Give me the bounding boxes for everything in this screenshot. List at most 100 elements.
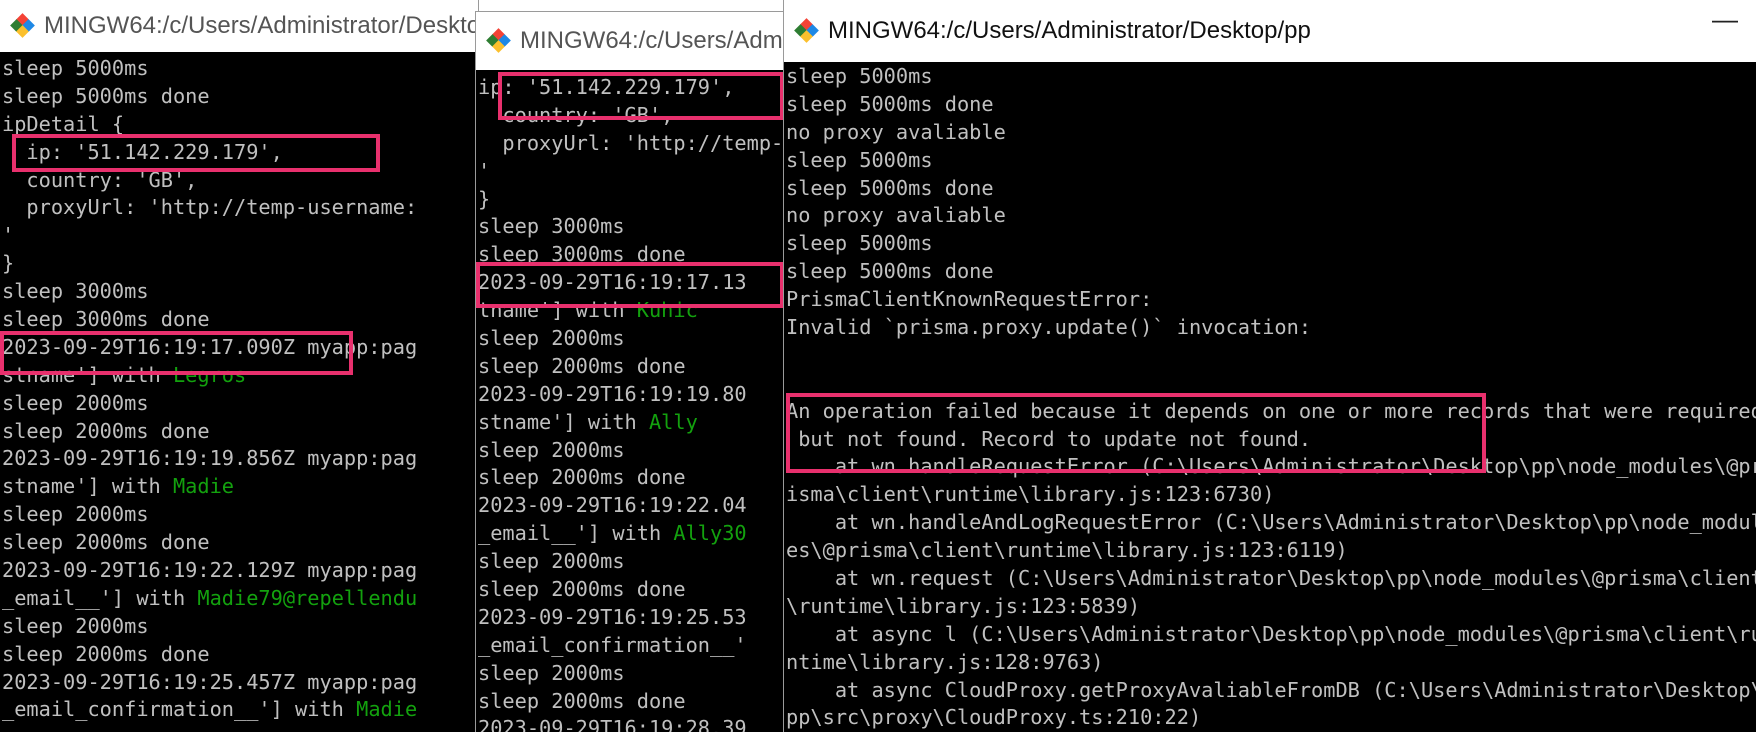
line-text: sleep 3000ms — [478, 214, 625, 239]
terminal-line: sleep 2000ms done — [2, 641, 478, 669]
terminal-window-2[interactable]: MINGW64:/c/Users/Administrator/Desktop/p… — [476, 12, 784, 732]
git-bash-logo-icon — [10, 13, 35, 38]
terminal-line: sleep 5000ms done — [786, 175, 1756, 203]
terminal-line: sleep 2000ms done — [478, 688, 784, 716]
terminal-window-3[interactable]: MINGW64:/c/Users/Administrator/Desktop/p… — [784, 0, 1756, 732]
terminal-line: sleep 5000ms — [786, 147, 1756, 175]
terminal-line: sleep 5000ms done — [2, 83, 478, 111]
terminal-line: ' — [478, 158, 784, 186]
line-text: sleep 2000ms — [478, 660, 625, 685]
terminal-line: } — [2, 250, 478, 278]
line-text: sleep 5000ms done — [2, 83, 210, 108]
terminal-line: at async l (C:\Users\Administrator\Deskt… — [786, 621, 1756, 649]
line-text: sleep 2000ms — [478, 326, 625, 351]
line-text: sleep 5000ms done — [786, 259, 994, 284]
line-text: PrismaClientKnownRequestError: — [786, 287, 1153, 312]
line-text: sleep 5000ms done — [786, 91, 994, 116]
terminal-line: sleep 5000ms — [786, 230, 1756, 258]
line-text: sleep 5000ms done — [786, 175, 994, 200]
line-text: 2023-09-29T16:19:22.04 — [478, 493, 747, 518]
terminal-window-1[interactable]: MINGW64:/c/Users/Administrator/Desktop/p… — [0, 0, 478, 732]
terminal-line: 2023-09-29T16:19:22.04 — [478, 492, 784, 520]
highlight-box-timestamp — [476, 262, 784, 308]
line-text: sleep 2000ms done — [478, 465, 686, 490]
line-text: } — [478, 186, 491, 211]
terminal-line: _email_confirmation__'] with Madie — [2, 696, 478, 724]
terminal-line: 2023-09-29T16:19:19.80 — [478, 381, 784, 409]
terminal-line: sleep 2000ms done — [2, 418, 478, 446]
terminal-line: sleep 2000ms done — [478, 576, 784, 604]
window-title: MINGW64:/c/Users/Administrator/Desktop/p… — [520, 27, 784, 54]
line-text: sleep 3000ms — [2, 279, 149, 304]
terminal-line: no proxy avaliable — [786, 119, 1756, 147]
terminal-line: 2023-09-29T16:19:25.457Z myapp:pag — [2, 669, 478, 697]
line-text: proxyUrl: 'http://temp-username: — [502, 130, 784, 155]
line-text: sleep 2000ms done — [2, 530, 210, 555]
line-text: \runtime\library.js:123:5839) — [786, 593, 1141, 618]
terminal-line: sleep 2000ms — [2, 613, 478, 641]
line-text: stname'] with — [478, 409, 649, 434]
terminal-line: proxyUrl: 'http://temp-username: — [478, 130, 784, 158]
terminal-line: sleep 3000ms done — [2, 306, 478, 334]
line-text: sleep 2000ms done — [478, 577, 686, 602]
line-text: 2023-09-29T16:19:28.39 — [478, 716, 747, 732]
window-title: MINGW64:/c/Users/Administrator/Desktop/p… — [828, 17, 1311, 44]
minimize-button[interactable]: — — [1712, 4, 1738, 35]
highlight-box-ip — [12, 134, 380, 172]
terminal-line: ' — [2, 222, 478, 250]
terminal-line: sleep 2000ms — [478, 660, 784, 688]
line-text: sleep 2000ms done — [2, 418, 210, 443]
git-bash-logo-icon — [794, 18, 819, 43]
line-text: sleep 5000ms — [786, 64, 933, 88]
terminal-line: } — [478, 186, 784, 214]
terminal-line: at wn.handleAndLogRequestError (C:\Users… — [786, 509, 1756, 537]
line-text: _email_confirmation__' — [478, 632, 747, 657]
highlighted-value: Ally30 — [673, 521, 747, 546]
terminal-line: 2023-09-29T16:19:28.39 — [478, 715, 784, 732]
line-text: ' — [478, 158, 491, 183]
highlight-box-timestamp — [0, 331, 353, 375]
line-text: stname'] with — [2, 474, 173, 499]
terminal-line: _email_confirmation__' — [478, 632, 784, 660]
line-text: sleep 5000ms — [786, 231, 933, 256]
terminal-line: sleep 2000ms — [2, 390, 478, 418]
highlighted-value: Madie79@repellendu — [197, 585, 418, 610]
title-bar[interactable]: MINGW64:/c/Users/Administrator/Desktop/p… — [784, 0, 1756, 62]
terminal-line: sleep 2000ms — [2, 501, 478, 529]
terminal-line: 2023-09-29T16:19:25.53 — [478, 604, 784, 632]
highlight-box-ip — [498, 72, 784, 120]
terminal-line: 2023-09-29T16:19:19.856Z myapp:pag — [2, 445, 478, 473]
highlighted-value: Ally — [648, 409, 698, 434]
title-bar[interactable]: MINGW64:/c/Users/Administrator/Desktop/p… — [476, 12, 784, 70]
terminal-line: sleep 5000ms done — [786, 258, 1756, 286]
terminal-line: sleep 5000ms — [786, 63, 1756, 91]
title-bar[interactable]: MINGW64:/c/Users/Administrator/Desktop/p… — [0, 0, 478, 52]
line-text: sleep 3000ms done — [2, 307, 210, 332]
terminal-output[interactable]: ip: '51.142.229.179', country: 'GB', pro… — [478, 74, 784, 732]
line-text: Invalid `prisma.proxy.update()` invocati… — [786, 315, 1312, 340]
terminal-line: PrismaClientKnownRequestError: — [786, 286, 1756, 314]
line-text: } — [2, 251, 15, 276]
terminal-line: at async CloudProxy.getProxyAvaliableFro… — [786, 677, 1756, 705]
line-text: sleep 2000ms — [2, 502, 149, 527]
line-text: sleep 2000ms done — [478, 688, 686, 713]
line-text: ' — [2, 223, 15, 248]
terminal-line: sleep 2000ms — [478, 548, 784, 576]
terminal-line: at wn.request (C:\Users\Administrator\De… — [786, 565, 1756, 593]
terminal-line: stname'] with Ally — [478, 409, 784, 437]
line-text: ipDetail { — [2, 111, 125, 136]
line-text: sleep 2000ms — [2, 613, 149, 638]
line-text: sleep 5000ms — [786, 147, 933, 172]
line-text: sleep 2000ms done — [478, 353, 686, 378]
highlighted-value: Madie — [356, 697, 418, 722]
terminal-line: sleep 2000ms — [478, 325, 784, 353]
terminal-line: sleep 3000ms — [2, 278, 478, 306]
highlighted-value: Madie — [172, 474, 235, 499]
line-text: sleep 5000ms — [2, 56, 149, 80]
line-text: no proxy avaliable — [786, 119, 1006, 144]
window-title: MINGW64:/c/Users/Administrator/Desktop/p… — [44, 12, 478, 39]
terminal-line: ntime\library.js:128:9763) — [786, 649, 1756, 677]
terminal-line: no proxy avaliable — [786, 202, 1756, 230]
line-text: 2023-09-29T16:19:19.856Z myapp:pag — [2, 446, 418, 471]
